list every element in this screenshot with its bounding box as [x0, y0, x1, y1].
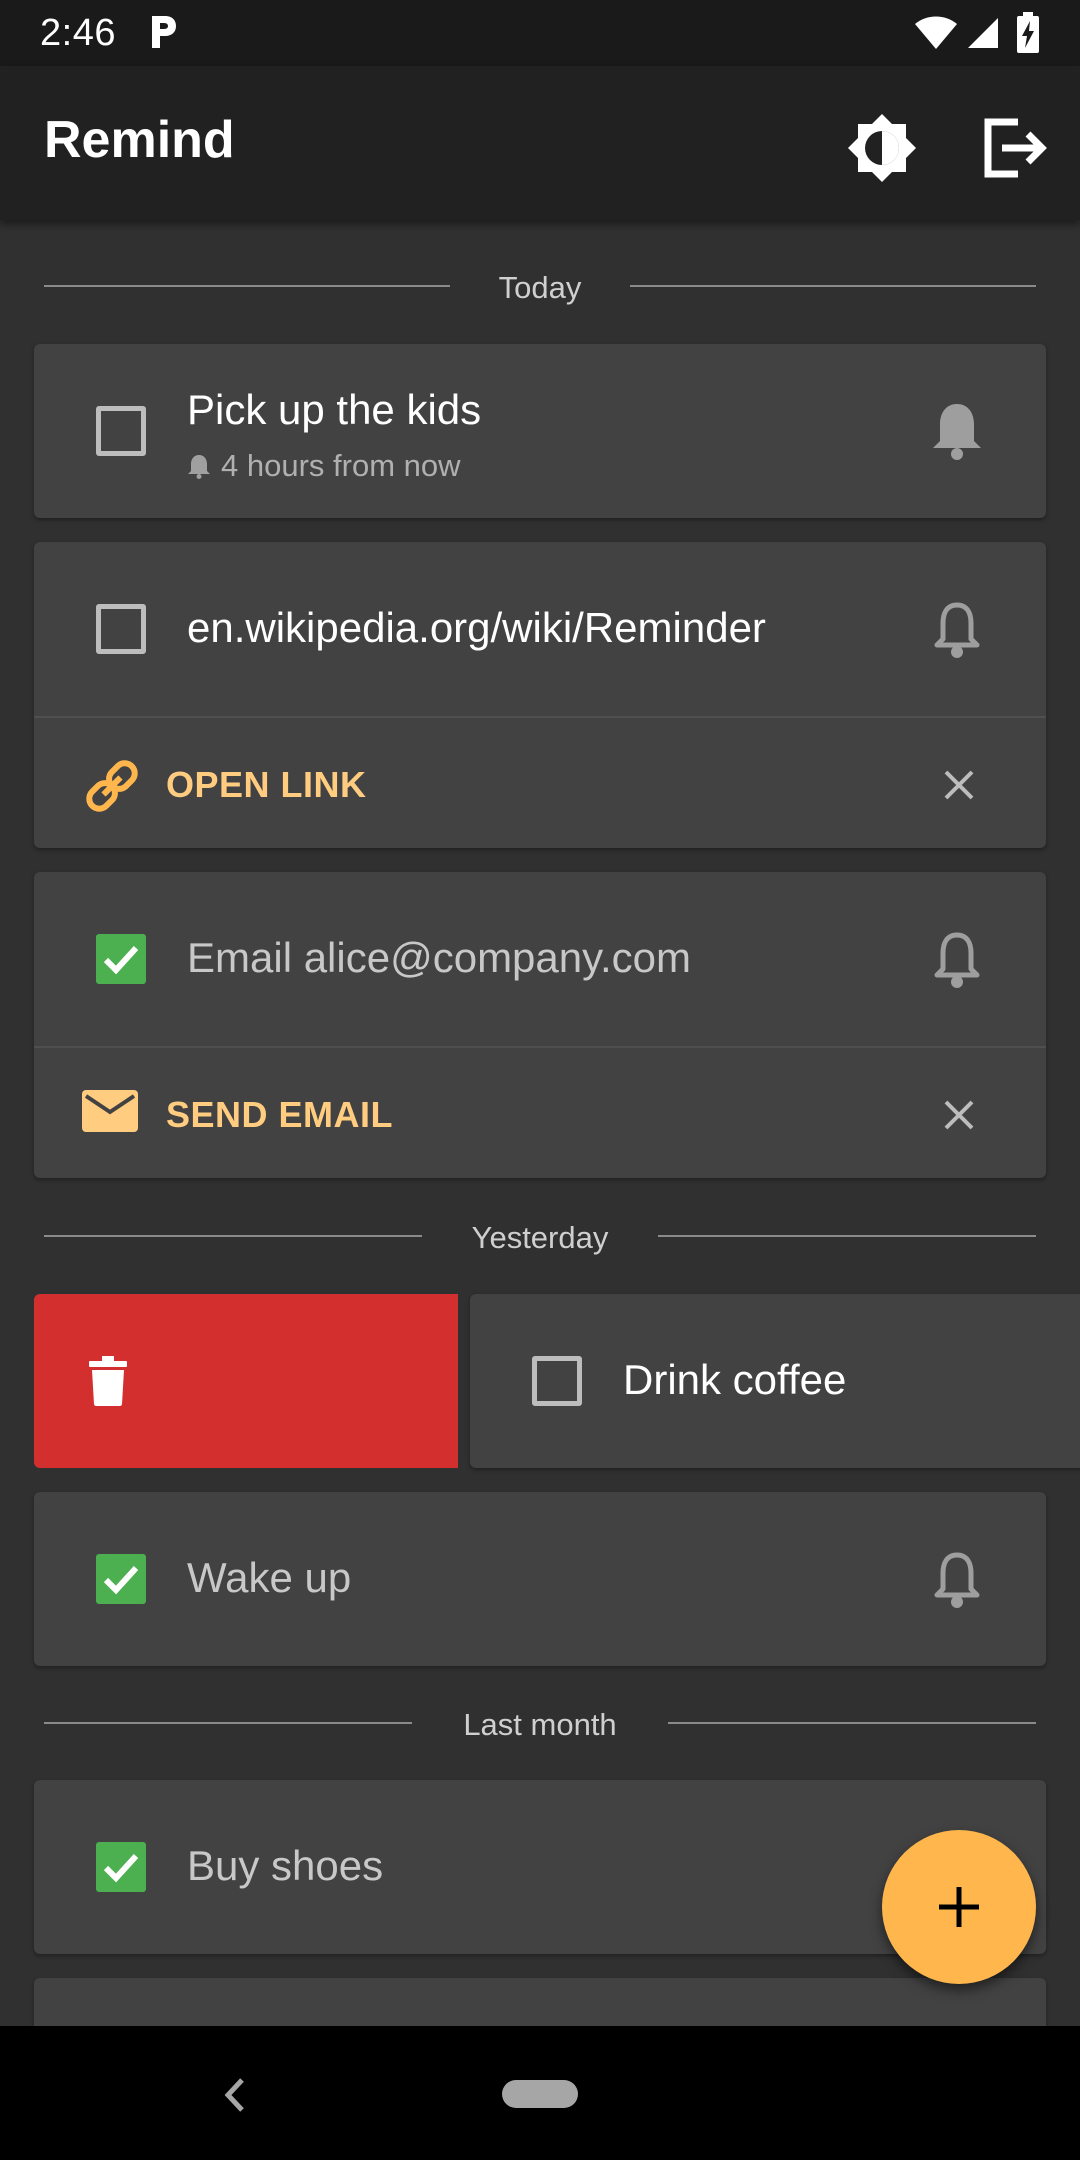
reminder-checkbox[interactable]: [532, 1356, 582, 1406]
check-icon: [103, 945, 139, 975]
section-divider-yesterday: Yesterday: [44, 1216, 1036, 1256]
battery-charging-icon: [1017, 12, 1039, 53]
reminder-row: Email alice@company.com: [34, 872, 1046, 1046]
add-reminder-button[interactable]: [882, 1830, 1036, 1984]
open-link-action[interactable]: OPEN LINK: [34, 716, 1046, 848]
reminder-card-drink-coffee[interactable]: Drink coffee: [470, 1294, 1080, 1468]
send-email-label: SEND EMAIL: [166, 1094, 394, 1135]
reminder-bell-button[interactable]: [922, 594, 992, 664]
close-icon: [944, 770, 974, 800]
reminder-checkbox-checked[interactable]: [96, 1554, 146, 1604]
reminder-card-wikipedia[interactable]: en.wikipedia.org/wiki/Reminder OPEN LINK: [34, 542, 1046, 848]
app-title: Remind: [44, 111, 235, 169]
send-email-action[interactable]: SEND EMAIL: [34, 1046, 1046, 1178]
bell-outline-icon: [934, 1552, 980, 1608]
bell-filled-icon: [933, 404, 981, 460]
reminder-time-text: 4 hours from now: [221, 448, 461, 483]
chevron-left-icon: [224, 2078, 244, 2112]
section-label-yesterday: Yesterday: [471, 1220, 609, 1255]
check-icon: [103, 1853, 139, 1883]
reminder-bell-button[interactable]: [922, 924, 992, 994]
reminder-text: Pick up the kids: [187, 386, 482, 433]
app-bar: Remind: [0, 66, 1080, 220]
swipe-delete-background[interactable]: [34, 1294, 458, 1468]
signal-icon: [968, 18, 998, 48]
reminder-text: Buy shoes: [187, 1842, 384, 1889]
reminder-row: Pick up the kids 4 hours from now: [34, 344, 1046, 518]
reminder-checkbox[interactable]: [96, 604, 146, 654]
home-button[interactable]: [502, 2080, 578, 2108]
section-label-last-month: Last month: [463, 1707, 617, 1742]
bell-outline-icon: [934, 602, 980, 658]
back-button[interactable]: [210, 2072, 260, 2118]
status-bar: 2:46: [0, 0, 1080, 66]
reminder-card-pick-up-kids[interactable]: Pick up the kids 4 hours from now: [34, 344, 1046, 518]
divider-line: [658, 1235, 1036, 1237]
bell-outline-icon: [934, 932, 980, 988]
reminder-checkbox-checked[interactable]: [96, 934, 146, 984]
reminder-text: Drink coffee: [623, 1356, 847, 1403]
bell-small-icon: [188, 455, 210, 479]
dismiss-action-button[interactable]: [934, 760, 984, 810]
check-icon: [103, 1565, 139, 1595]
dismiss-action-button[interactable]: [934, 1090, 984, 1140]
reminder-row: Drink coffee: [470, 1294, 1080, 1468]
trash-icon: [89, 1356, 127, 1406]
brightness-icon: [848, 114, 916, 182]
wifi-icon: [915, 16, 957, 49]
parking-notification-icon: [152, 16, 176, 48]
section-label-today: Today: [498, 270, 582, 305]
theme-toggle-button[interactable]: [842, 108, 922, 188]
reminder-checkbox[interactable]: [96, 406, 146, 456]
section-divider-today: Today: [44, 266, 1036, 306]
reminder-time: 4 hours from now: [187, 448, 461, 484]
logout-icon: [984, 118, 1047, 178]
open-link-label: OPEN LINK: [166, 764, 367, 805]
reminder-card-email-alice[interactable]: Email alice@company.com SEND EMAIL: [34, 872, 1046, 1178]
reminder-text: Wake up: [187, 1554, 352, 1601]
system-navigation-bar: [0, 2026, 1080, 2160]
section-divider-last-month: Last month: [44, 1703, 1036, 1743]
divider-line: [630, 285, 1036, 287]
reminder-card-wake-up[interactable]: Wake up: [34, 1492, 1046, 1666]
status-time: 2:46: [40, 12, 116, 54]
close-icon: [944, 1100, 974, 1130]
logout-button[interactable]: [972, 108, 1052, 188]
reminder-text: Email alice@company.com: [187, 934, 692, 981]
reminder-checkbox-checked[interactable]: [96, 1842, 146, 1892]
email-icon: [82, 1090, 138, 1132]
reminder-bell-button[interactable]: [922, 396, 992, 466]
reminder-row: Wake up: [34, 1492, 1046, 1666]
divider-line: [668, 1722, 1036, 1724]
plus-icon: [939, 1887, 979, 1927]
reminder-bell-button[interactable]: [922, 1544, 992, 1614]
reminder-row: en.wikipedia.org/wiki/Reminder: [34, 542, 1046, 716]
reminder-text: en.wikipedia.org/wiki/Reminder: [187, 604, 766, 651]
link-icon: [86, 760, 138, 812]
